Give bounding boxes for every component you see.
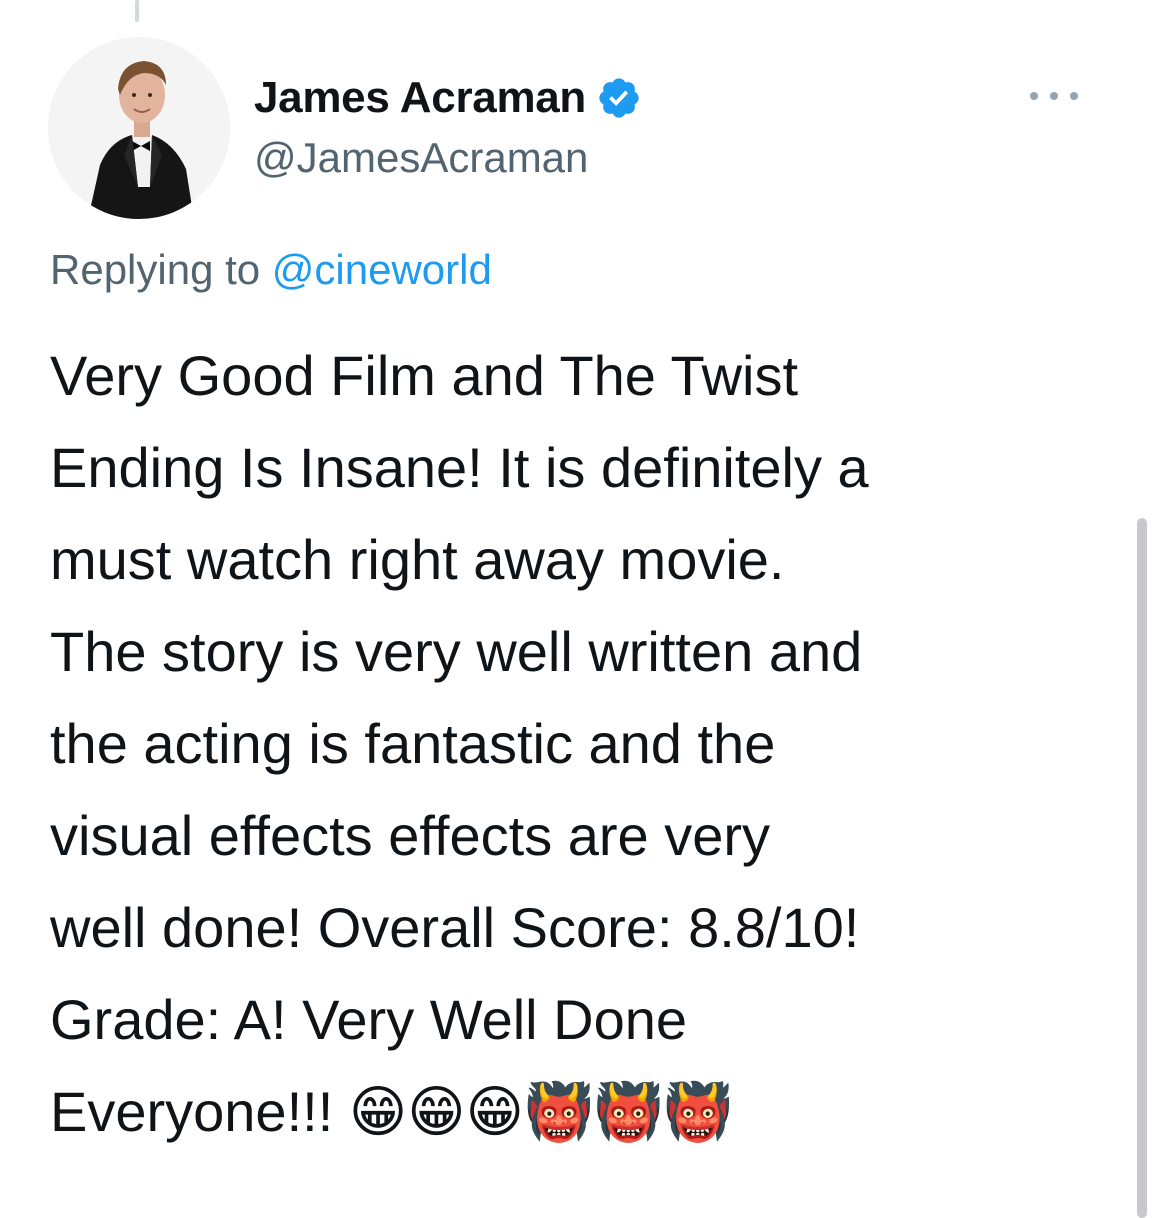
more-dot	[1070, 92, 1078, 100]
more-horizontal-icon[interactable]	[1030, 86, 1078, 106]
profile-photo	[48, 37, 230, 219]
display-name[interactable]: James Acraman	[254, 73, 586, 123]
verified-badge-icon	[596, 75, 642, 121]
scrollbar[interactable]	[1137, 518, 1147, 1218]
avatar[interactable]	[48, 37, 230, 219]
replying-to-line: Replying to @cineworld	[50, 246, 492, 294]
thread-connector-line	[135, 0, 139, 22]
more-dot	[1050, 92, 1058, 100]
author-handle[interactable]: @JamesAcraman	[254, 134, 588, 182]
more-dot	[1030, 92, 1038, 100]
replying-to-label: Replying to	[50, 246, 272, 293]
reply-target-link[interactable]: @cineworld	[272, 246, 492, 293]
tweet-text: Very Good Film and The Twist Ending Is I…	[50, 344, 869, 1143]
author-name-row: James Acraman	[254, 68, 642, 128]
